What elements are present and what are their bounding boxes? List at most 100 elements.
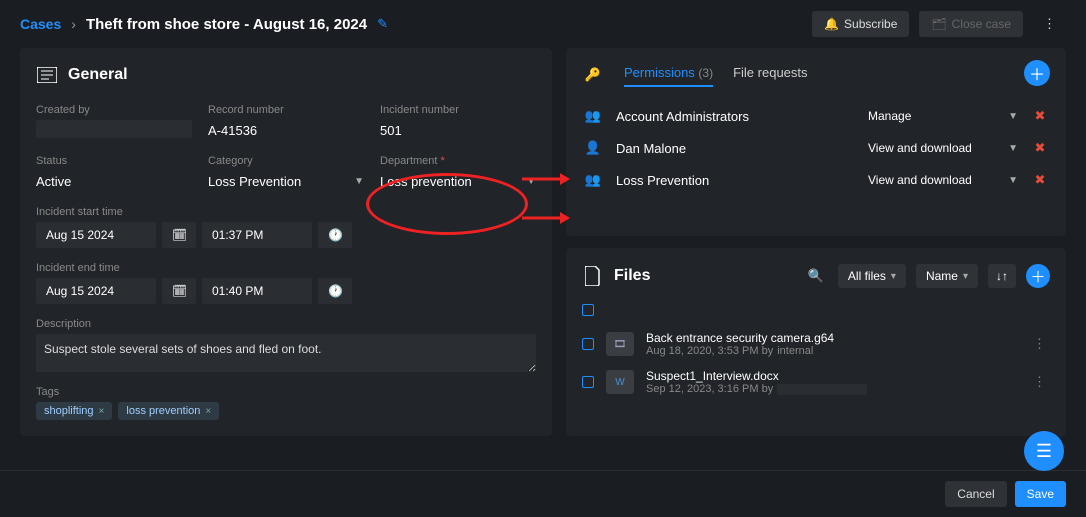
permission-row: 👥 Account Administrators Manage▼ ✖ [582,100,1050,132]
file-more-menu-icon[interactable]: ⋮ [1029,332,1050,356]
save-button[interactable]: Save [1015,481,1066,507]
chevron-down-icon: ▼ [1008,175,1018,186]
page-title: Theft from shoe store - August 16, 2024 [86,16,367,33]
remove-tag-icon[interactable]: × [205,406,211,417]
files-panel: Files 🔍 All files ▾ Name ▾ ↓↑ ＋ 🎞 Back e… [566,248,1066,436]
files-title: Files [614,267,650,285]
calendar-icon[interactable]: 🗓 [162,278,196,304]
remove-permission-icon[interactable]: ✖ [1030,108,1050,124]
file-checkbox[interactable] [582,338,594,350]
incident-number-label: Incident number [380,104,536,116]
file-meta: Sep 12, 2023, 3:16 PM by [646,383,1017,395]
page-header: Cases › Theft from shoe store - August 1… [0,0,1086,48]
chevron-right-icon: › [71,16,76,32]
permission-level-select[interactable]: View and download▼ [868,173,1018,187]
bell-icon: 🔔 [824,17,839,31]
incident-start-time-input[interactable]: 01:37 PM [202,222,312,248]
group-icon: 👥 [582,172,604,188]
incident-start-date-input[interactable]: Aug 15 2024 [36,222,156,248]
general-panel: General Created by Record number A-41536… [20,48,552,436]
close-case-label: Close case [952,17,1011,31]
more-menu-icon[interactable]: ⋮ [1033,10,1066,38]
files-filter-select[interactable]: All files ▾ [838,264,906,288]
department-label: Department * [380,155,536,167]
created-by-label: Created by [36,104,192,116]
tag-shoplifting[interactable]: shoplifting× [36,402,112,420]
list-icon: ☰ [1036,441,1052,462]
category-select[interactable]: Loss Prevention ▼ [208,171,364,192]
chevron-down-icon: ▼ [1008,143,1018,154]
footer: Cancel Save [0,470,1086,517]
files-sort-select[interactable]: Name ▾ [916,264,978,288]
permission-name: Dan Malone [616,141,856,156]
video-thumbnail-icon: 🎞 [606,332,634,356]
chevron-down-icon: ▼ [354,176,364,187]
remove-permission-icon[interactable]: ✖ [1030,172,1050,188]
breadcrumb-root-link[interactable]: Cases [20,16,61,32]
chevron-down-icon: ▼ [526,176,536,187]
tab-permissions[interactable]: Permissions (3) [624,65,713,86]
description-textarea[interactable]: Suspect stole several sets of shoes and … [36,334,536,372]
file-row: 🎞 Back entrance security camera.g64 Aug … [582,325,1050,363]
category-label: Category [208,155,364,167]
description-label: Description [36,318,536,330]
chevron-down-icon: ▾ [963,271,968,282]
file-name[interactable]: Back entrance security camera.g64 [646,331,1017,345]
tag-loss-prevention[interactable]: loss prevention× [118,402,219,420]
edit-icon[interactable]: ✎ [377,16,388,32]
permission-name: Loss Prevention [616,173,856,188]
select-all-checkbox[interactable] [582,304,594,316]
permission-row: 👥 Loss Prevention View and download▼ ✖ [582,164,1050,196]
permission-level-select[interactable]: View and download▼ [868,141,1018,155]
folder-icon: 🗂 [931,17,946,31]
tab-file-requests[interactable]: File requests [733,65,807,86]
group-icon: 👥 [582,108,604,124]
sort-direction-button[interactable]: ↓↑ [988,264,1016,288]
tags-container: shoplifting× loss prevention× [36,402,536,420]
chevron-down-icon: ▾ [891,271,896,282]
file-checkbox[interactable] [582,376,594,388]
permission-row: 👤 Dan Malone View and download▼ ✖ [582,132,1050,164]
incident-end-date-input[interactable]: Aug 15 2024 [36,278,156,304]
add-file-button[interactable]: ＋ [1026,264,1050,288]
list-fab-button[interactable]: ☰ [1024,431,1064,471]
category-value: Loss Prevention [208,171,301,192]
cancel-button[interactable]: Cancel [945,481,1006,507]
incident-end-label: Incident end time [36,262,536,274]
file-more-menu-icon[interactable]: ⋮ [1029,370,1050,394]
file-name[interactable]: Suspect1_Interview.docx [646,369,1017,383]
form-icon [36,64,58,86]
record-number-label: Record number [208,104,364,116]
created-by-value [36,120,192,138]
incident-end-time-input[interactable]: 01:40 PM [202,278,312,304]
user-icon: 👤 [582,140,604,156]
file-icon [582,265,604,287]
subscribe-label: Subscribe [844,17,897,31]
department-select[interactable]: Loss prevention ▼ [380,171,536,192]
permission-level-select[interactable]: Manage▼ [868,109,1018,123]
status-label: Status [36,155,192,167]
general-title: General [68,66,128,84]
calendar-icon[interactable]: 🗓 [162,222,196,248]
permissions-panel: 🔑 Permissions (3) File requests ＋ 👥 Acco… [566,48,1066,236]
permission-name: Account Administrators [616,109,856,124]
search-icon[interactable]: 🔍 [804,264,828,288]
clock-icon[interactable]: 🕐 [318,222,352,248]
doc-icon: W [606,370,634,394]
tags-label: Tags [36,386,536,398]
record-number-value: A-41536 [208,120,364,141]
clock-icon[interactable]: 🕐 [318,278,352,304]
subscribe-button[interactable]: 🔔 Subscribe [812,11,909,37]
chevron-down-icon: ▼ [1008,111,1018,122]
close-case-button[interactable]: 🗂 Close case [919,11,1023,37]
remove-permission-icon[interactable]: ✖ [1030,140,1050,156]
department-value: Loss prevention [380,171,472,192]
file-row: W Suspect1_Interview.docx Sep 12, 2023, … [582,363,1050,401]
incident-start-label: Incident start time [36,206,536,218]
key-icon: 🔑 [582,64,604,86]
add-permission-button[interactable]: ＋ [1024,60,1050,86]
remove-tag-icon[interactable]: × [99,406,105,417]
file-meta: Aug 18, 2020, 3:53 PM by internal [646,345,1017,357]
incident-number-value: 501 [380,120,536,141]
status-value: Active [36,171,192,192]
